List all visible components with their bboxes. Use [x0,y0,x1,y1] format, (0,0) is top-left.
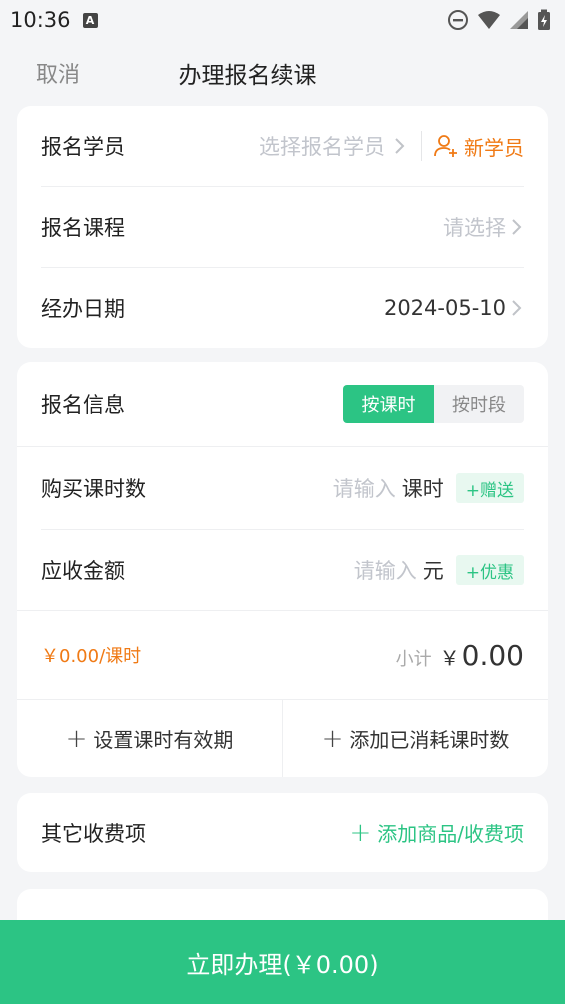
student-label: 报名学员 [41,135,125,159]
cancel-button[interactable]: 取消 [36,57,80,89]
plus-icon: + [321,723,344,754]
price-row: ￥0.00/课时 小计 ￥ 0.00 [17,611,548,699]
status-bar: 10:36 A [0,0,565,40]
submit-button[interactable]: 立即办理(￥0.00) [0,920,565,1004]
nav-bar: 取消 办理报名续课 [0,40,565,106]
buy-lessons-label: 购买课时数 [41,477,146,501]
battery-icon [538,9,550,30]
enroll-actions: + 设置课时有效期 + 添加已消耗课时数 [17,699,548,777]
status-time: 10:36 [10,8,71,32]
subtotal-label: 小计 [395,648,432,670]
per-lesson-price: ￥0.00/课时 [41,646,142,667]
course-row[interactable]: 报名课程 请选择 [17,187,548,267]
add-fee-button[interactable]: + 添加商品/收费项 [349,818,524,848]
wifi-icon [478,11,500,29]
enroll-mode-toggle: 按课时 按时段 [343,385,524,423]
discount-button[interactable]: +优惠 [455,555,524,585]
date-row[interactable]: 经办日期 2024-05-10 [17,268,548,348]
buy-lessons-unit: 课时 [401,477,444,501]
notification-icon: A [82,12,98,28]
add-consumed-button[interactable]: + 添加已消耗课时数 [282,700,548,777]
enroll-mode-row: 报名信息 按课时 按时段 [17,362,548,446]
plus-icon: + [349,817,372,848]
student-row: 报名学员 选择报名学员 新学员 [17,106,548,186]
signal-icon [510,11,528,29]
other-fees-row: 其它收费项 + 添加商品/收费项 [17,793,548,872]
mode-by-period-tab[interactable]: 按时段 [434,385,524,423]
chevron-right-icon [395,138,405,154]
chevron-right-icon [512,219,522,235]
plus-icon: + [65,723,88,754]
select-student-field[interactable]: 选择报名学员 [259,131,385,161]
add-consumed-label: 添加已消耗课时数 [349,728,510,752]
other-fees-label: 其它收费项 [41,821,146,846]
page-title: 办理报名续课 [178,63,317,89]
buy-lessons-row: 购买课时数 请输入 课时 +赠送 [17,447,548,529]
add-fee-label: 添加商品/收费项 [377,822,524,846]
amount-label: 应收金额 [41,559,125,583]
amount-input[interactable]: 请输入 [354,555,417,585]
date-label: 经办日期 [41,297,125,321]
add-user-icon [434,135,457,157]
mode-by-lesson-tab[interactable]: 按课时 [343,385,434,423]
amount-unit: 元 [422,559,444,583]
enroll-info-card: 报名信息 按课时 按时段 购买课时数 请输入 课时 +赠送 应收金额 请输入 元… [17,362,548,777]
subtotal-currency: ￥ [439,645,460,670]
enroll-info-label: 报名信息 [41,393,125,417]
dnd-icon [448,10,468,30]
set-validity-button[interactable]: + 设置课时有效期 [17,700,282,777]
course-label: 报名课程 [41,216,125,240]
gift-button[interactable]: +赠送 [455,473,524,503]
subtotal: 小计 ￥ 0.00 [396,639,524,672]
new-student-label: 新学员 [464,135,524,160]
select-course-field[interactable]: 请选择 [443,212,506,242]
new-student-button[interactable]: 新学员 [421,131,524,161]
amount-row: 应收金额 请输入 元 +优惠 [17,530,548,610]
date-value[interactable]: 2024-05-10 [384,296,506,320]
set-validity-label: 设置课时有效期 [93,728,234,752]
chevron-right-icon [512,300,522,316]
subtotal-value: 0.00 [461,638,524,672]
buy-lessons-input[interactable]: 请输入 [333,473,396,503]
other-fees-card: 其它收费项 + 添加商品/收费项 [17,793,548,872]
basic-info-card: 报名学员 选择报名学员 新学员 报名课程 请选择 经办日期 2024-05-10 [17,106,548,348]
